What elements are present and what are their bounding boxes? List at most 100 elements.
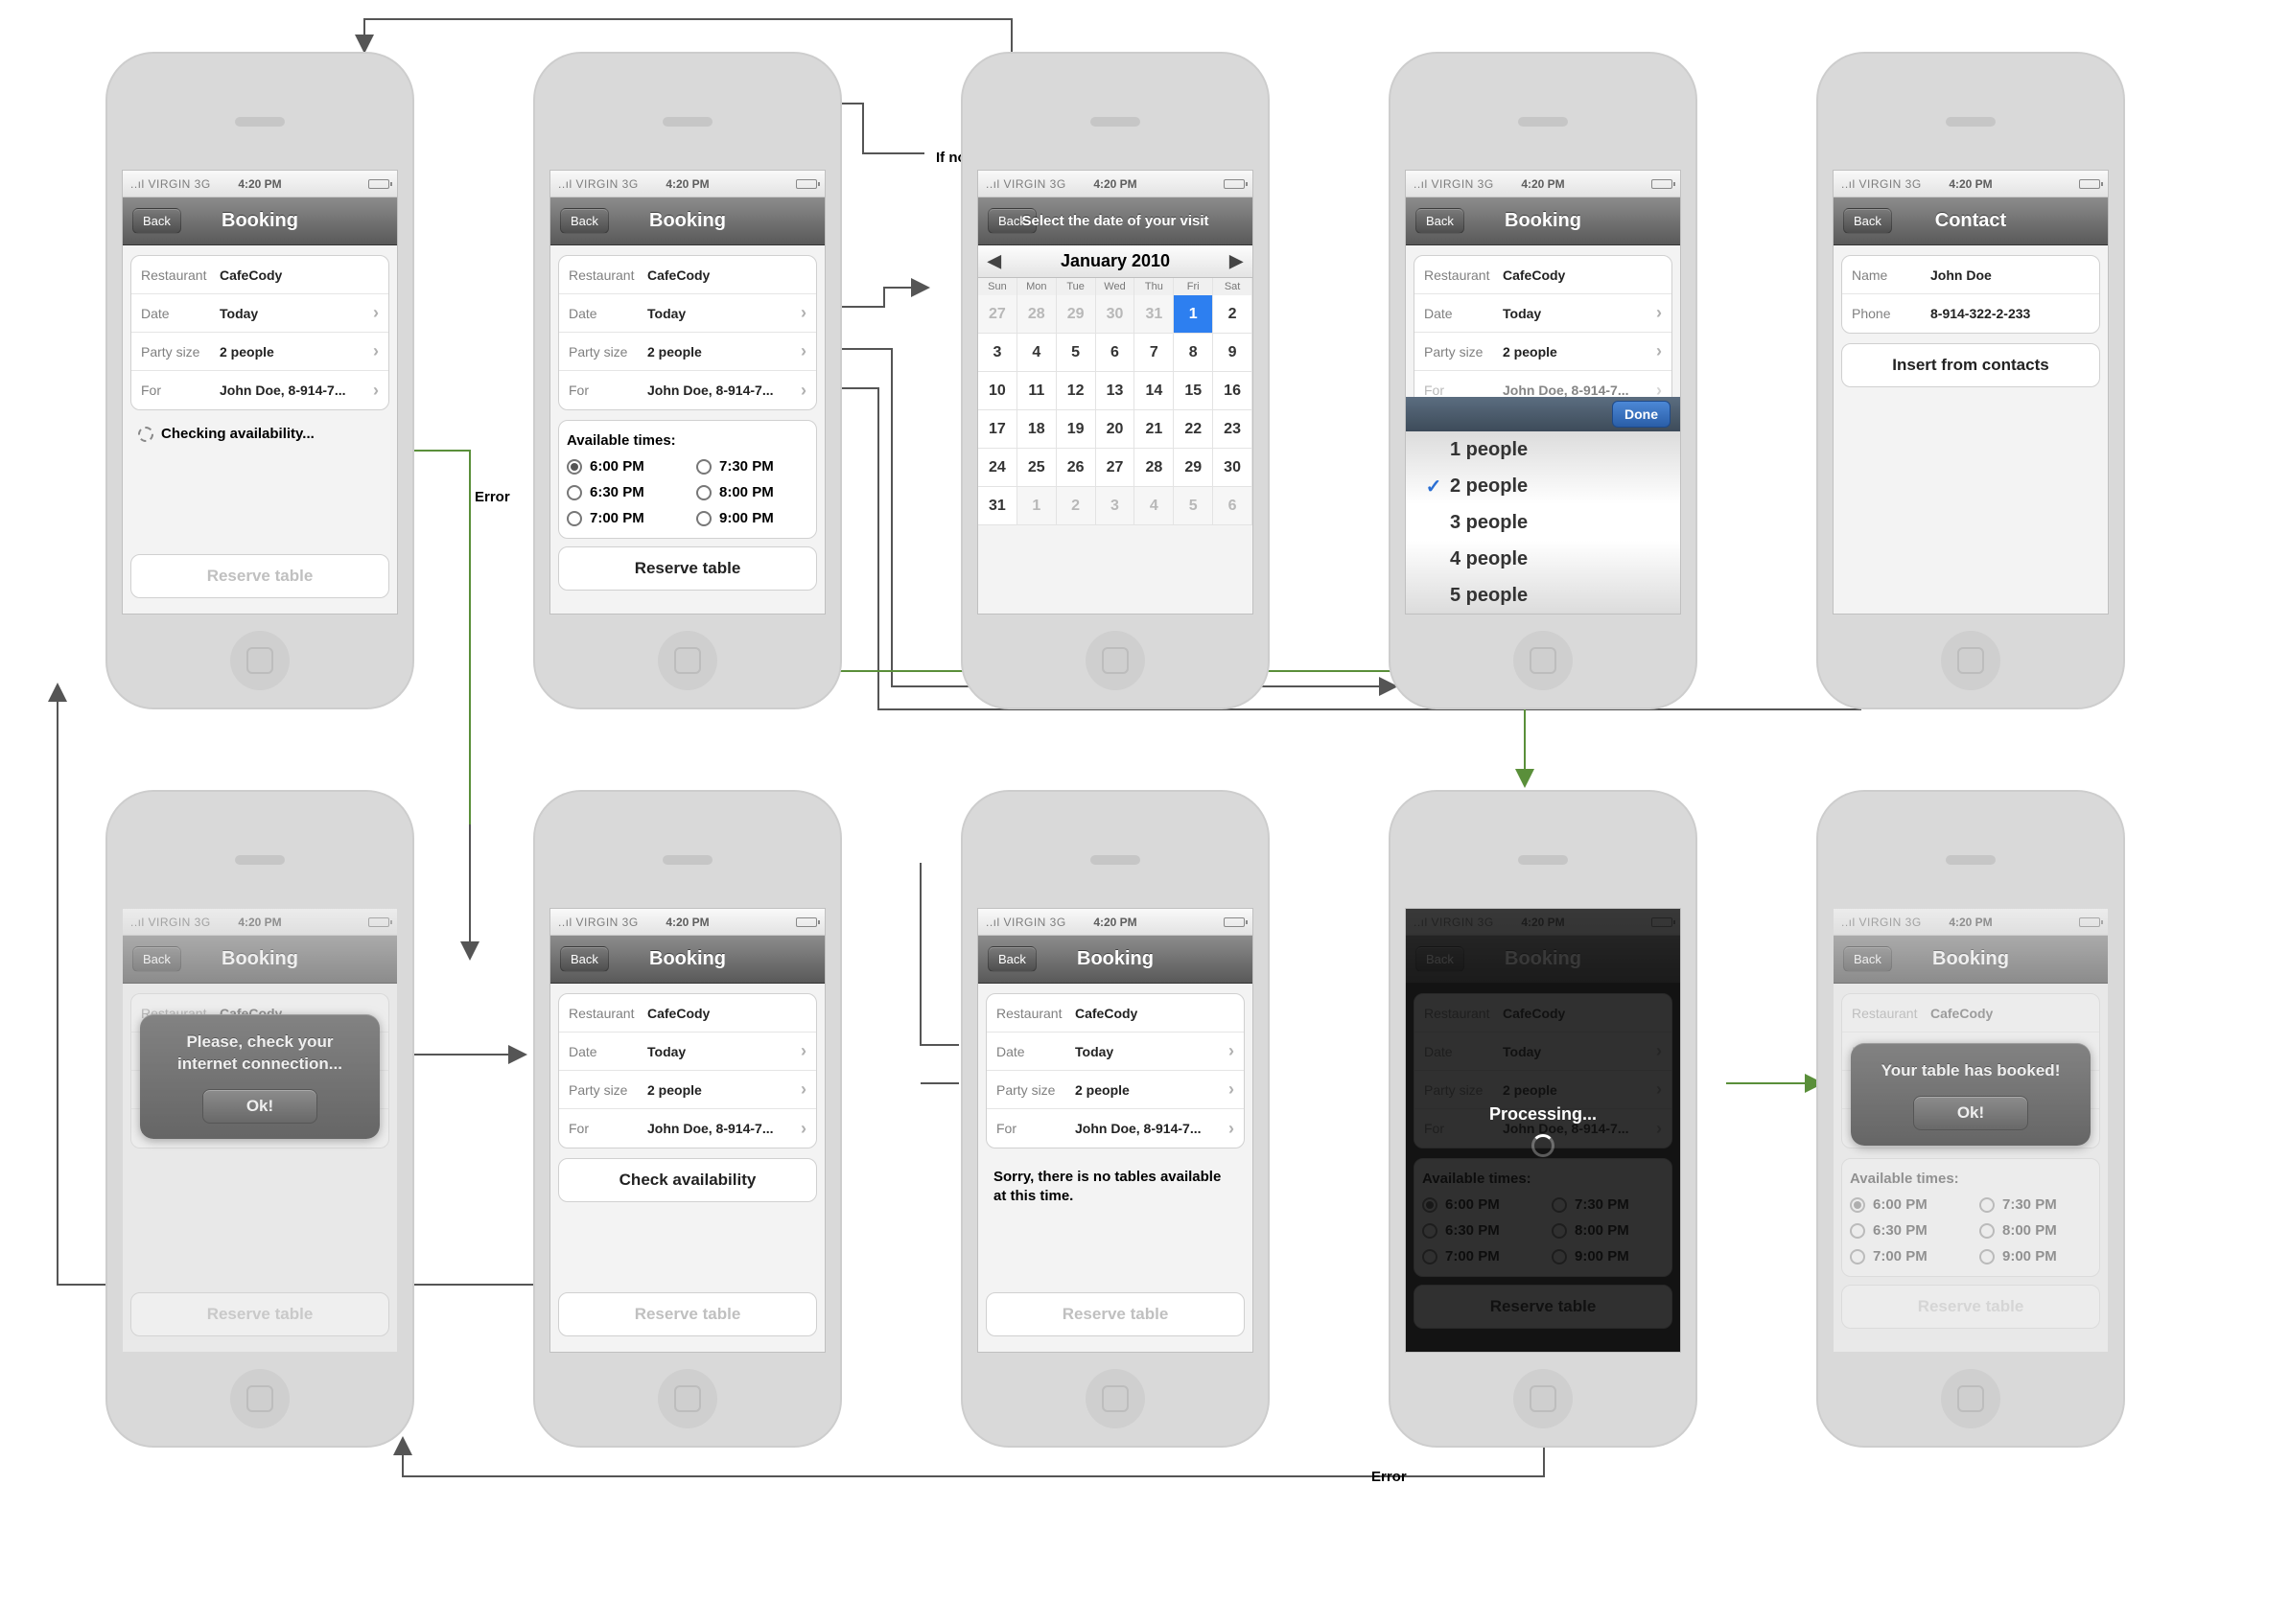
calendar-day[interactable]: 23 xyxy=(1213,410,1252,449)
picker-option[interactable]: ✓2 people xyxy=(1425,468,1661,504)
calendar-day[interactable]: 1 xyxy=(1174,295,1213,334)
calendar-day: 30 xyxy=(1096,295,1135,334)
back-button[interactable]: Back xyxy=(560,208,609,234)
home-button[interactable] xyxy=(1513,1369,1573,1428)
calendar-day[interactable]: 25 xyxy=(1017,449,1057,487)
calendar-day[interactable]: 26 xyxy=(1057,449,1096,487)
row-name[interactable]: NameJohn Doe xyxy=(1842,256,2099,294)
screen-no-internet: ..ıl VIRGIN 3G4:20 PM BackBooking Restau… xyxy=(123,909,397,1352)
picker-option[interactable]: 4 people xyxy=(1425,541,1661,577)
screen-processing: ..ıl VIRGIN 3G4:20 PM BackBooking Restau… xyxy=(1406,909,1680,1352)
times-grid-3: 6:00 PM 7:30 PM 6:30 PM 8:00 PM 7:00 PM 9:00 … xyxy=(1850,1196,2091,1264)
picker-option[interactable]: 3 people xyxy=(1425,504,1661,541)
calendar-day[interactable]: 17 xyxy=(978,410,1017,449)
phone-picker: ..ıl VIRGIN 3G4:20 PM BackBooking Restau… xyxy=(1389,52,1697,709)
back-button[interactable]: Back xyxy=(1843,208,1892,234)
calendar-day[interactable]: 30 xyxy=(1213,449,1252,487)
calendar-day[interactable]: 11 xyxy=(1017,372,1057,410)
time-option[interactable]: 7:00 PM xyxy=(1850,1248,1962,1264)
home-button[interactable] xyxy=(1941,1369,2000,1428)
calendar-day[interactable]: 21 xyxy=(1134,410,1174,449)
time-option[interactable]: 6:30 PM xyxy=(1850,1222,1962,1239)
time-option[interactable]: 7:30 PM xyxy=(1979,1196,2091,1213)
back-button[interactable]: Back xyxy=(560,946,609,972)
home-button[interactable] xyxy=(230,1369,290,1428)
back-button[interactable]: Back xyxy=(988,946,1037,972)
calendar-day[interactable]: 19 xyxy=(1057,410,1096,449)
calendar-day[interactable]: 7 xyxy=(1134,334,1174,372)
time-option[interactable]: 8:00 PM xyxy=(1979,1222,2091,1239)
home-button[interactable] xyxy=(230,631,290,690)
battery-icon xyxy=(368,179,389,189)
navbar: Back Booking xyxy=(123,197,397,245)
calendar-day[interactable]: 13 xyxy=(1096,372,1135,410)
row-phone[interactable]: Phone8-914-322-2-233 xyxy=(1842,294,2099,333)
home-button[interactable] xyxy=(1513,631,1573,690)
calendar-day[interactable]: 31 xyxy=(978,487,1017,525)
back-button[interactable]: Back xyxy=(1415,208,1464,234)
check-availability-button[interactable]: Check availability xyxy=(558,1158,817,1202)
done-button[interactable]: Done xyxy=(1612,401,1671,428)
checking-status: Checking availability... xyxy=(123,420,397,448)
calendar-day[interactable]: 6 xyxy=(1096,334,1135,372)
phone-processing: ..ıl VIRGIN 3G4:20 PM BackBooking Restau… xyxy=(1389,790,1697,1448)
time-option[interactable]: 6:30 PM xyxy=(567,484,679,500)
insert-from-contacts-button[interactable]: Insert from contacts xyxy=(1841,343,2100,387)
calendar-day[interactable]: 9 xyxy=(1213,334,1252,372)
picker-option[interactable]: 5 people xyxy=(1425,577,1661,614)
row-party[interactable]: Party size2 people› xyxy=(559,333,816,371)
time-option[interactable]: 7:30 PM xyxy=(696,458,808,475)
calendar-day[interactable]: 15 xyxy=(1174,372,1213,410)
row-party[interactable]: Party size2 people› xyxy=(131,333,388,371)
row-for[interactable]: ForJohn Doe, 8-914-7...› xyxy=(559,371,816,409)
alert-ok-button[interactable]: Ok! xyxy=(1913,1096,2028,1130)
reserve-button[interactable]: Reserve table xyxy=(558,546,817,591)
calendar-day[interactable]: 8 xyxy=(1174,334,1213,372)
calendar-day[interactable]: 22 xyxy=(1174,410,1213,449)
next-month[interactable]: ▶ xyxy=(1229,251,1243,271)
time-option[interactable]: 6:00 PM xyxy=(1850,1196,1962,1213)
prev-month[interactable]: ◀ xyxy=(988,251,1001,271)
calendar-day[interactable]: 18 xyxy=(1017,410,1057,449)
picker[interactable]: Done 1 people✓2 people3 people4 people5 … xyxy=(1406,397,1680,614)
reserve-button[interactable]: Reserve table xyxy=(986,1292,1245,1336)
row-for[interactable]: ForJohn Doe, 8-914-7...› xyxy=(131,371,388,409)
note-error-2: Error xyxy=(1371,1469,1407,1485)
calendar-day[interactable]: 27 xyxy=(1096,449,1135,487)
calendar-day[interactable]: 28 xyxy=(1134,449,1174,487)
calendar-day[interactable]: 3 xyxy=(978,334,1017,372)
calendar-day[interactable]: 24 xyxy=(978,449,1017,487)
row-restaurant: RestaurantCafeCody xyxy=(559,256,816,294)
calendar-day[interactable]: 16 xyxy=(1213,372,1252,410)
calendar-day[interactable]: 12 xyxy=(1057,372,1096,410)
home-button[interactable] xyxy=(658,631,717,690)
row-date[interactable]: DateToday› xyxy=(131,294,388,333)
alert-booked: Your table has booked! Ok! xyxy=(1851,1043,2091,1146)
home-button[interactable] xyxy=(658,1369,717,1428)
back-button[interactable]: Back xyxy=(132,208,181,234)
row-date[interactable]: DateToday› xyxy=(559,294,816,333)
calendar-day[interactable]: 10 xyxy=(978,372,1017,410)
home-button[interactable] xyxy=(1941,631,2000,690)
phone-booked: ..ıl VIRGIN 3G4:20 PM BackBooking Restau… xyxy=(1816,790,2125,1448)
back-button[interactable]: Back xyxy=(988,208,1037,234)
time-option[interactable]: 6:00 PM xyxy=(567,458,679,475)
calendar-day[interactable]: 29 xyxy=(1174,449,1213,487)
reserve-button[interactable]: Reserve table xyxy=(130,554,389,598)
home-button[interactable] xyxy=(1086,1369,1145,1428)
calendar-day[interactable]: 14 xyxy=(1134,372,1174,410)
reserve-button[interactable]: Reserve table xyxy=(558,1292,817,1336)
home-button[interactable] xyxy=(1086,631,1145,690)
calendar-day[interactable]: 5 xyxy=(1057,334,1096,372)
calendar-day[interactable]: 4 xyxy=(1017,334,1057,372)
alert-ok-button[interactable]: Ok! xyxy=(202,1089,317,1124)
calendar-day[interactable]: 20 xyxy=(1096,410,1135,449)
calendar-day[interactable]: 2 xyxy=(1213,295,1252,334)
calendar-day: 5 xyxy=(1174,487,1213,525)
time-option[interactable]: 7:00 PM xyxy=(567,510,679,526)
picker-option[interactable]: 1 people xyxy=(1425,431,1661,468)
month-label: January 2010 xyxy=(1061,251,1170,271)
time-option[interactable]: 9:00 PM xyxy=(696,510,808,526)
time-option[interactable]: 9:00 PM xyxy=(1979,1248,2091,1264)
time-option[interactable]: 8:00 PM xyxy=(696,484,808,500)
